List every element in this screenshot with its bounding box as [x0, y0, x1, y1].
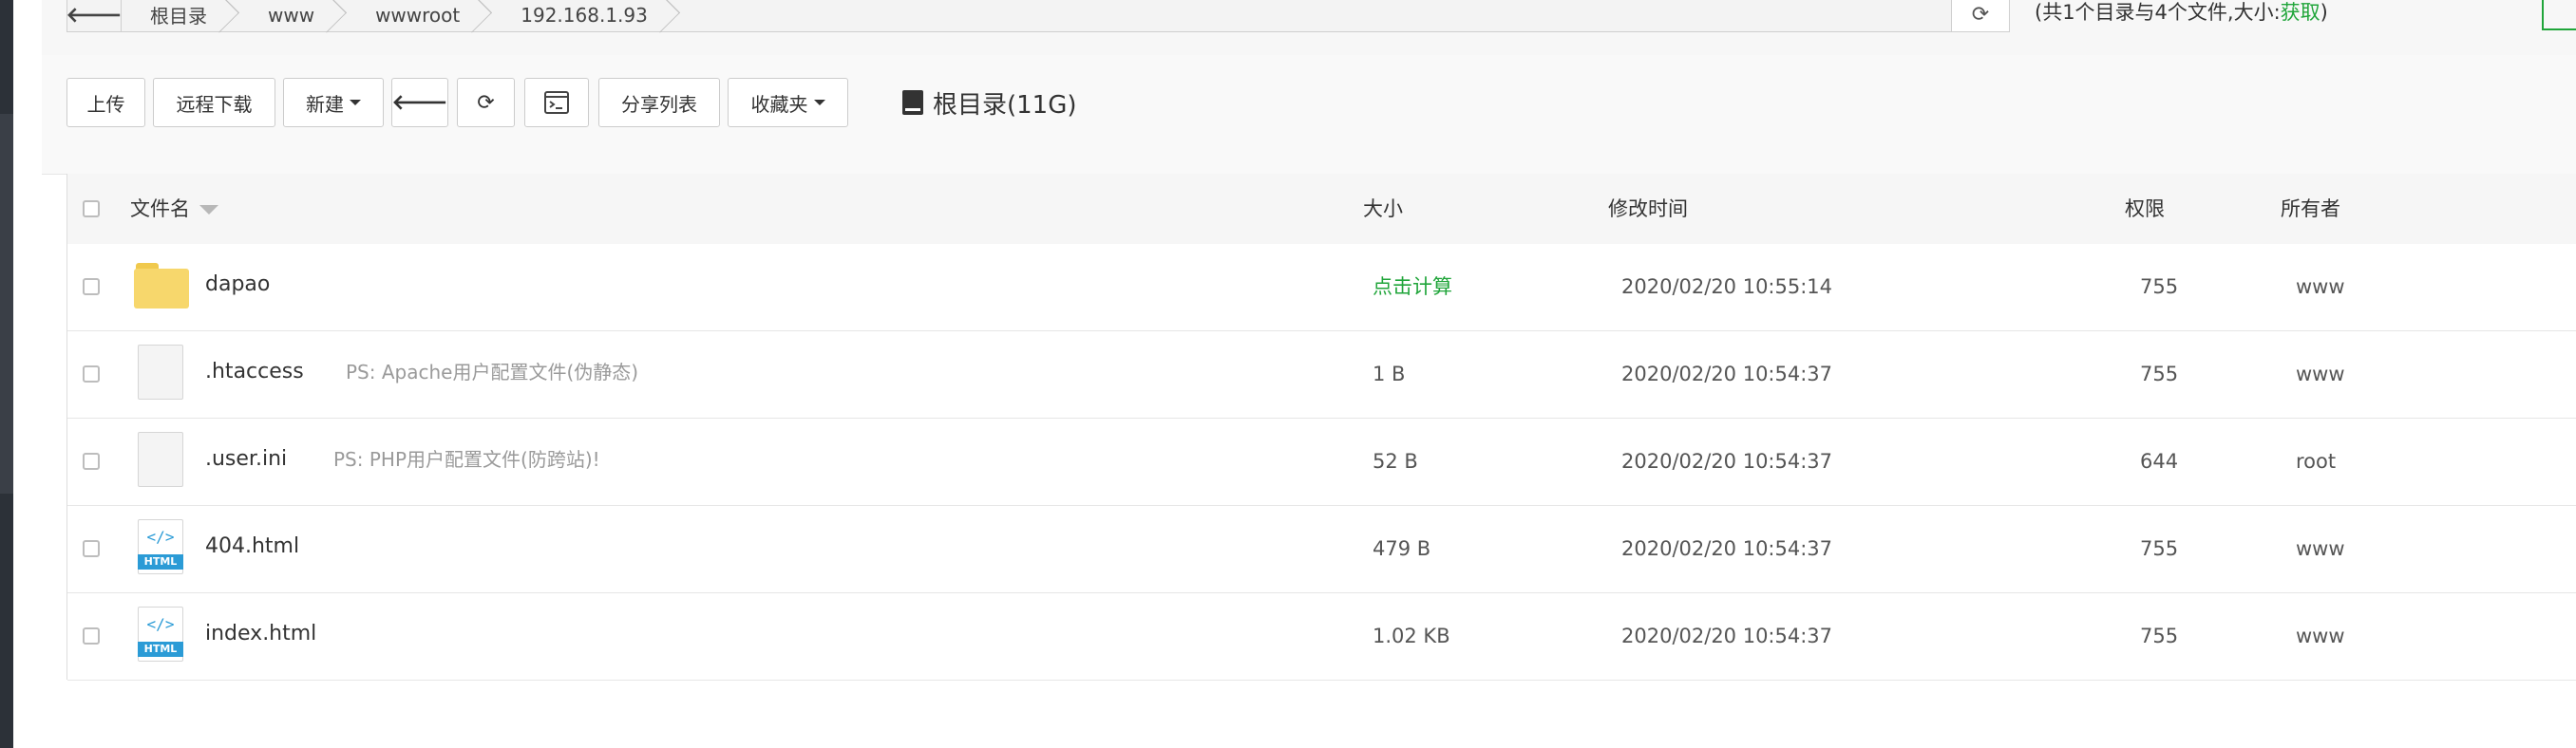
file-size: 479 B — [1373, 537, 1431, 560]
file-permission[interactable]: 644 — [2140, 419, 2178, 505]
file-modified: 2020/02/20 10:54:37 — [1621, 450, 1833, 473]
file-icon — [138, 345, 183, 400]
arrow-left-icon: 🡐 — [391, 91, 448, 115]
calc-size-link[interactable]: 点击计算 — [1373, 244, 1452, 330]
file-modified: 2020/02/20 10:54:37 — [1621, 363, 1833, 385]
html-file-icon: </> HTML — [138, 519, 183, 574]
file-owner[interactable]: www — [2296, 506, 2345, 592]
file-size: 52 B — [1373, 450, 1418, 473]
breadcrumb: 🡐 根目录 www wwwroot 192.168.1.93 — [66, 0, 2010, 32]
file-name[interactable]: dapao — [205, 244, 270, 330]
table-row[interactable]: </> HTML 404.html 479 B 2020/02/20 10:54… — [67, 506, 2576, 593]
favorites-dropdown-button[interactable]: 收藏夹 — [728, 78, 848, 127]
column-size[interactable]: 大小 — [1363, 174, 1403, 244]
get-size-link[interactable]: 获取 — [2281, 1, 2320, 24]
left-sidebar-edge — [0, 0, 13, 748]
file-permission[interactable]: 755 — [2140, 593, 2178, 680]
row-checkbox[interactable] — [83, 453, 100, 470]
row-checkbox[interactable] — [83, 627, 100, 645]
back-button[interactable]: 🡐 — [391, 78, 448, 127]
upload-button[interactable]: 上传 — [66, 78, 145, 127]
new-dropdown-button[interactable]: 新建 — [283, 78, 384, 127]
sort-down-icon — [199, 205, 218, 215]
summary-close: ) — [2320, 1, 2328, 24]
file-owner[interactable]: root — [2296, 419, 2336, 505]
terminal-button[interactable] — [524, 78, 589, 127]
file-note: PS: Apache用户配置文件(伪静态) — [346, 361, 639, 383]
terminal-icon — [544, 91, 569, 114]
path-refresh-button[interactable]: ⟳ — [1951, 0, 2010, 32]
breadcrumb-item-wwwroot[interactable]: wwwroot — [347, 0, 492, 31]
table-header: 文件名 大小 修改时间 权限 所有者 — [67, 174, 2576, 245]
file-modified: 2020/02/20 10:54:37 — [1621, 625, 1833, 647]
breadcrumb-back-button[interactable]: 🡐 — [66, 0, 123, 31]
column-permission[interactable]: 权限 — [2125, 174, 2165, 244]
new-label: 新建 — [306, 92, 344, 116]
select-all-checkbox[interactable] — [83, 200, 100, 217]
html-file-icon: </> HTML — [138, 607, 183, 662]
file-permission[interactable]: 755 — [2140, 506, 2178, 592]
folder-icon — [134, 263, 189, 309]
table-row[interactable]: </> HTML index.html 1.02 KB 2020/02/20 1… — [67, 593, 2576, 681]
file-table: 文件名 大小 修改时间 权限 所有者 dapao 点击计算 2020/02/20… — [66, 174, 2576, 681]
table-row[interactable]: .user.ini PS: PHP用户配置文件(防跨站)! 52 B 2020/… — [67, 419, 2576, 506]
file-name[interactable]: .htaccess — [205, 331, 304, 418]
disk-selector[interactable]: 根目录(11G) — [902, 84, 1077, 122]
file-owner[interactable]: www — [2296, 331, 2345, 418]
table-row[interactable]: .htaccess PS: Apache用户配置文件(伪静态) 1 B 2020… — [67, 331, 2576, 419]
caret-down-icon — [813, 100, 825, 105]
refresh-icon: ⟳ — [1971, 3, 1990, 27]
file-name[interactable]: 404.html — [205, 506, 299, 592]
directory-summary: (共1个目录与4个文件,大小:获取) — [2035, 0, 2328, 27]
file-name[interactable]: .user.ini — [205, 419, 287, 505]
remote-download-button[interactable]: 远程下载 — [153, 78, 275, 127]
file-modified: 2020/02/20 10:54:37 — [1621, 537, 1833, 560]
summary-text: (共1个目录与4个文件,大小: — [2035, 1, 2281, 24]
file-owner[interactable]: www — [2296, 244, 2345, 330]
share-list-button[interactable]: 分享列表 — [598, 78, 720, 127]
file-name[interactable]: index.html — [205, 593, 316, 680]
file-permission[interactable]: 755 — [2140, 331, 2178, 418]
disk-label: 根目录(11G) — [933, 90, 1077, 120]
breadcrumb-item-root[interactable]: 根目录 — [122, 0, 239, 31]
caret-down-icon — [350, 100, 361, 105]
column-modified[interactable]: 修改时间 — [1608, 174, 1688, 244]
file-note: PS: PHP用户配置文件(防跨站)! — [333, 448, 600, 471]
breadcrumb-item-www[interactable]: www — [239, 0, 347, 31]
column-filename[interactable]: 文件名 — [130, 174, 218, 244]
favorites-label: 收藏夹 — [750, 92, 808, 116]
panel-edge — [2542, 0, 2576, 30]
row-checkbox[interactable] — [83, 365, 100, 383]
refresh-button[interactable]: ⟳ — [457, 78, 515, 127]
row-checkbox[interactable] — [83, 278, 100, 295]
arrow-left-icon: 🡐 — [66, 3, 123, 28]
refresh-icon: ⟳ — [477, 90, 495, 115]
table-row[interactable]: dapao 点击计算 2020/02/20 10:55:14 755 www — [67, 244, 2576, 331]
file-size: 1 B — [1373, 363, 1406, 385]
file-icon — [138, 432, 183, 487]
file-modified: 2020/02/20 10:55:14 — [1621, 275, 1833, 298]
column-filename-label: 文件名 — [130, 197, 190, 220]
file-size: 1.02 KB — [1373, 625, 1450, 647]
breadcrumb-item-site[interactable]: 192.168.1.93 — [492, 0, 680, 31]
column-owner[interactable]: 所有者 — [2281, 174, 2340, 244]
hdd-icon — [902, 90, 923, 115]
file-owner[interactable]: www — [2296, 593, 2345, 680]
row-checkbox[interactable] — [83, 540, 100, 557]
file-permission[interactable]: 755 — [2140, 244, 2178, 330]
